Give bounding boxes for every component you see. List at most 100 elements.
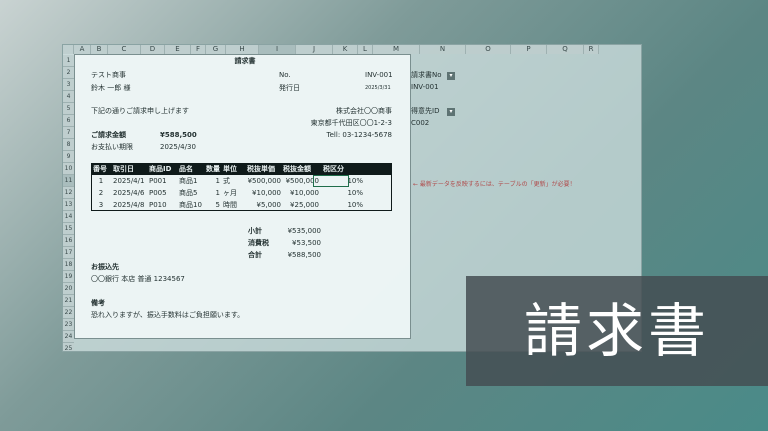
recipient-name: 鈴木 一郎 様 (91, 84, 131, 92)
table-cell-r3-c3[interactable]: P010 (149, 199, 177, 211)
row-header-24[interactable]: 24 (63, 331, 74, 343)
table-cell-r1-c3[interactable]: P001 (149, 175, 177, 187)
row-header-19[interactable]: 19 (63, 271, 74, 283)
column-header-r[interactable]: R (584, 45, 599, 54)
row-header-17[interactable]: 17 (63, 247, 74, 259)
column-header-g[interactable]: G (206, 45, 226, 54)
row-header-16[interactable]: 16 (63, 235, 74, 247)
table-cell-r3-c2[interactable]: 2025/4/8 (113, 199, 147, 211)
company-tel: Tell: 03-1234-5678 (326, 131, 392, 139)
column-header-q[interactable]: Q (547, 45, 584, 54)
column-header-n[interactable]: N (420, 45, 466, 54)
table-cell-r2-c8[interactable]: ¥10,000 (283, 187, 319, 199)
column-header-b[interactable]: B (91, 45, 108, 54)
table-cell-r1-c5[interactable]: 1 (206, 175, 220, 187)
side-client-id-value[interactable]: C002 (411, 117, 429, 129)
column-header-c[interactable]: C (108, 45, 141, 54)
row-header-6[interactable]: 6 (63, 115, 74, 127)
side-invoice-no-value[interactable]: INV-001 (411, 81, 439, 93)
table-cell-r1-c6[interactable]: 式 (223, 175, 245, 187)
table-cell-r2-c6[interactable]: ヶ月 (223, 187, 245, 199)
amount-value: ¥588,500 (160, 131, 197, 139)
column-header-m[interactable]: M (373, 45, 420, 54)
row-header-18[interactable]: 18 (63, 259, 74, 271)
table-cell-r2-c3[interactable]: P005 (149, 187, 177, 199)
title-banner: 請求書 (466, 276, 768, 386)
row-header-25[interactable]: 25 (63, 343, 74, 351)
row-header-11[interactable]: 11 (63, 175, 74, 187)
table-cell-r3-c5[interactable]: 5 (206, 199, 220, 211)
company-address: 東京都千代田区〇〇1-2-3 (310, 119, 392, 127)
column-header-p[interactable]: P (511, 45, 547, 54)
row-header-9[interactable]: 9 (63, 151, 74, 163)
banner-title: 請求書 (523, 297, 710, 365)
company-name: 株式会社〇〇商事 (336, 107, 392, 115)
selected-cell[interactable] (313, 175, 349, 187)
table-cell-r1-c1[interactable]: 1 (93, 175, 109, 187)
column-header-a[interactable]: A (74, 45, 91, 54)
table-cell-r2-c7[interactable]: ¥10,000 (247, 187, 281, 199)
due-date-label: お支払い期限 (91, 143, 133, 151)
row-header-13[interactable]: 13 (63, 199, 74, 211)
column-header-e[interactable]: E (165, 45, 191, 54)
row-header-22[interactable]: 22 (63, 307, 74, 319)
row-header-14[interactable]: 14 (63, 211, 74, 223)
tax-label: 消費税 (248, 239, 269, 247)
side-invoice-no-label: 請求書No (411, 71, 442, 79)
table-cell-r1-c2[interactable]: 2025/4/1 (113, 175, 147, 187)
row-header-5[interactable]: 5 (63, 103, 74, 115)
table-cell-r3-c4[interactable]: 商品10 (179, 199, 205, 211)
column-header-j[interactable]: J (296, 45, 333, 54)
column-header-l[interactable]: L (358, 45, 373, 54)
table-cell-r3-c1[interactable]: 3 (93, 199, 109, 211)
column-header-h[interactable]: H (226, 45, 259, 54)
column-header-i[interactable]: I (259, 45, 296, 54)
row-header-10[interactable]: 10 (63, 163, 74, 175)
row-header-3[interactable]: 3 (63, 79, 74, 91)
row-header-20[interactable]: 20 (63, 283, 74, 295)
refresh-note: ← 最新データを反映するには、テーブルの「更新」が必要！ (413, 181, 576, 188)
column-header-d[interactable]: D (141, 45, 165, 54)
table-cell-r3-c7[interactable]: ¥5,000 (247, 199, 282, 211)
table-cell-r2-c4[interactable]: 商品5 (179, 187, 205, 199)
invoice-no-value: INV-001 (365, 71, 393, 79)
table-cell-r3-c9[interactable]: 10% (323, 199, 363, 211)
total-value: ¥588,500 (287, 251, 321, 259)
greeting-text: 下記の通りご請求申し上げます (91, 107, 189, 115)
issue-date-label: 発行日 (279, 84, 300, 92)
row-header-21[interactable]: 21 (63, 295, 74, 307)
row-header-23[interactable]: 23 (63, 319, 74, 331)
issue-date-value: 2025/3/31 (365, 85, 391, 91)
row-header-15[interactable]: 15 (63, 223, 74, 235)
column-header-f[interactable]: F (191, 45, 206, 54)
bank-label: お振込先 (91, 263, 119, 271)
row-header-12[interactable]: 12 (63, 187, 74, 199)
row-header-1[interactable]: 1 (63, 55, 74, 67)
subtotal-value: ¥535,000 (287, 227, 321, 235)
remarks-value: 恐れ入りますが、振込手数料はご負担願います。 (91, 311, 245, 319)
total-label: 合計 (248, 251, 262, 259)
invoice-no-dropdown-icon[interactable]: ▾ (447, 72, 455, 80)
table-cell-r1-c4[interactable]: 商品1 (179, 175, 205, 187)
select-all-corner[interactable] (63, 45, 74, 54)
subtotal-label: 小計 (248, 227, 262, 235)
amount-label: ご請求金額 (91, 131, 126, 139)
table-cell-r2-c2[interactable]: 2025/4/6 (113, 187, 147, 199)
remarks-label: 備考 (91, 299, 105, 307)
table-cell-r3-c6[interactable]: 時間 (223, 199, 245, 211)
table-cell-r2-c5[interactable]: 1 (206, 187, 220, 199)
invoice-title: 請求書 (234, 57, 256, 65)
table-cell-r3-c8[interactable]: ¥25,000 (283, 199, 319, 211)
table-cell-r2-c9[interactable]: 10% (323, 187, 363, 199)
row-header-7[interactable]: 7 (63, 127, 74, 139)
tax-value: ¥53,500 (292, 239, 321, 247)
table-cell-r1-c7[interactable]: ¥500,000 (247, 175, 281, 187)
table-cell-r2-c1[interactable]: 2 (93, 187, 109, 199)
client-name: テスト商事 (91, 71, 126, 79)
client-id-dropdown-icon[interactable]: ▾ (447, 108, 455, 116)
row-header-4[interactable]: 4 (63, 91, 74, 103)
row-header-8[interactable]: 8 (63, 139, 74, 151)
column-header-k[interactable]: K (333, 45, 358, 54)
column-header-o[interactable]: O (466, 45, 511, 54)
row-header-2[interactable]: 2 (63, 67, 74, 79)
